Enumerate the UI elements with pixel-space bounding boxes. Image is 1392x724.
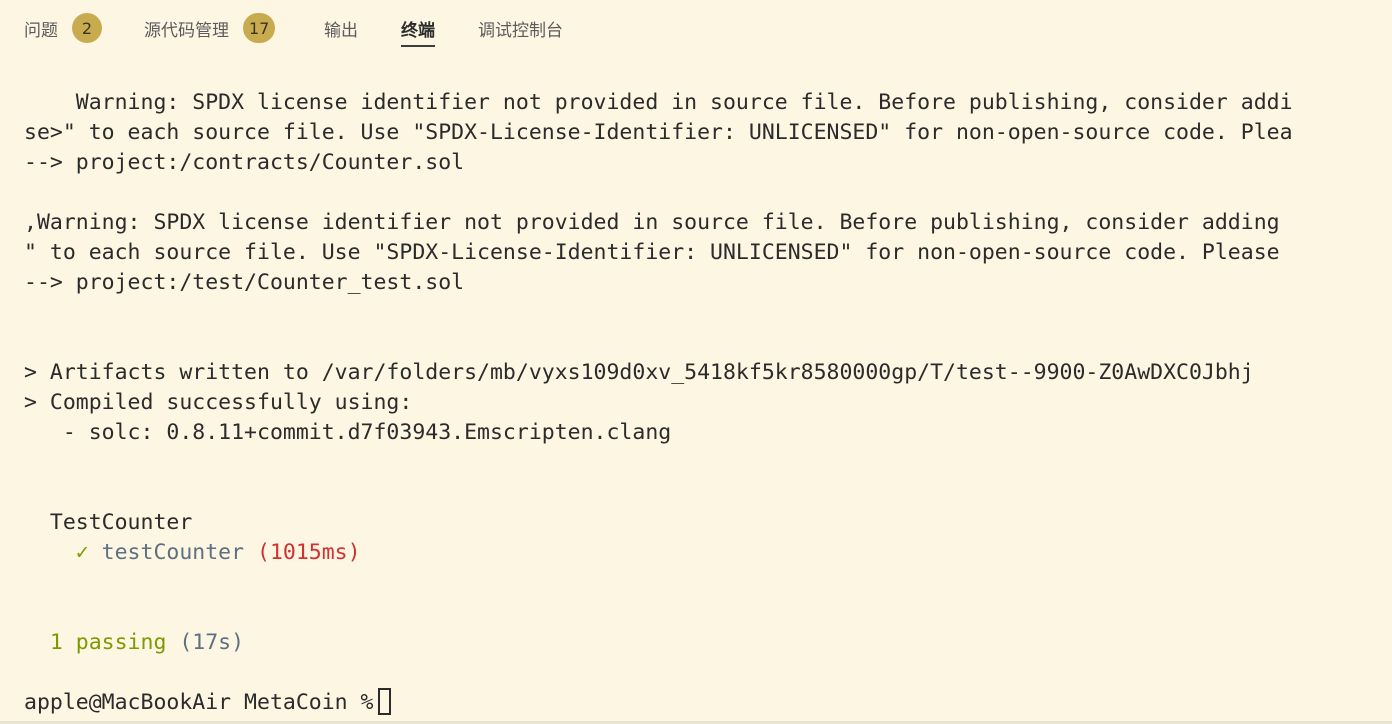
tab-problems[interactable]: 问题 2 [24,0,102,56]
terminal-line: Warning: SPDX license identifier not pro… [24,90,1293,115]
terminal-line: --> project:/test/Counter_test.sol [24,270,465,295]
terminal-line: se>" to each source file. Use "SPDX-Lice… [24,120,1293,145]
test-summary-line: 1 passing (17s) [24,628,244,658]
tab-debug-console-label: 调试控制台 [478,20,563,41]
terminal-line: ,Warning: SPDX license identifier not pr… [24,210,1280,235]
test-suite-name: TestCounter [24,510,193,535]
tab-terminal-label: 终端 [401,20,435,41]
terminal-line: " to each source file. Use "SPDX-License… [24,240,1280,265]
tab-terminal[interactable]: 终端 [401,0,435,56]
passing-count: 1 passing [24,630,167,655]
test-name: testCounter [101,540,245,565]
tab-output-label: 输出 [324,20,358,41]
check-icon: ✓ [24,540,102,565]
tab-debug-console[interactable]: 调试控制台 [478,0,563,56]
test-result-line: ✓ testCounter (1015ms) [24,538,361,568]
tab-problems-label: 问题 [24,20,58,41]
terminal-line: - solc: 0.8.11+commit.d7f03943.Emscripte… [24,420,672,445]
terminal-cursor [377,688,391,715]
tab-source-control-label: 源代码管理 [144,20,229,41]
passing-duration: (17s) [166,630,245,655]
terminal-line: > Compiled successfully using: [24,390,413,415]
shell-prompt: apple@MacBookAir MetaCoin % [24,690,374,715]
prompt-line[interactable]: apple@MacBookAir MetaCoin % [24,688,391,718]
problems-count-badge: 2 [72,13,102,43]
panel-tab-bar: 问题 2 源代码管理 17 输出 终端 调试控制台 [0,0,1392,56]
terminal-panel: 问题 2 源代码管理 17 输出 终端 调试控制台 Warning: SPDX … [0,0,1392,724]
source-control-count-badge: 17 [243,13,276,43]
terminal-line: --> project:/contracts/Counter.sol [24,150,465,175]
tab-source-control[interactable]: 源代码管理 17 [144,0,276,56]
test-duration: (1015ms) [244,540,361,565]
active-tab-underline [401,45,435,47]
tab-output[interactable]: 输出 [324,0,358,56]
terminal-line: > Artifacts written to /var/folders/mb/v… [24,360,1254,385]
